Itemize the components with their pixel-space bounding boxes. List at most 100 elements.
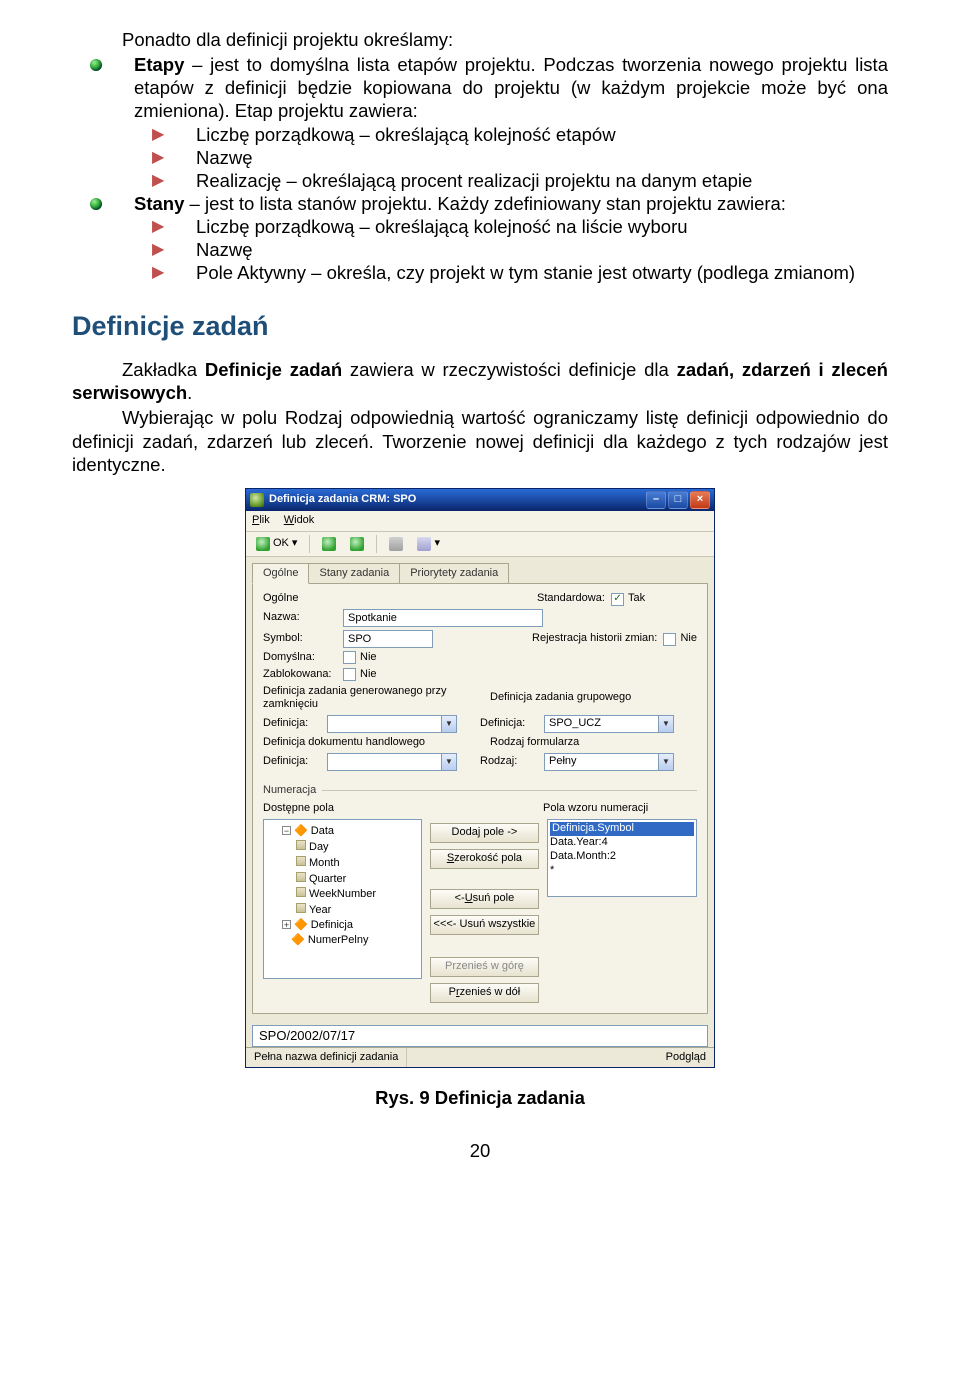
ddl-def-gen[interactable]: ▼ — [327, 715, 457, 733]
tree-data: Data — [311, 825, 334, 837]
status-left: Pełna nazwa definicji zadania — [246, 1048, 407, 1067]
app-icon — [250, 493, 264, 507]
ddl-def-grup[interactable]: SPO_UCZ ▼ — [544, 715, 674, 733]
ddl-def-dokh[interactable]: ▼ — [327, 753, 457, 771]
group-ogolne: Ogólne — [263, 592, 298, 606]
val-tak: Tak — [628, 592, 645, 606]
checkbox-domyslna[interactable] — [343, 651, 356, 664]
val-nie1: Nie — [680, 632, 697, 646]
figure-caption: Rys. 9 Definicja zadania — [72, 1086, 888, 1109]
checkbox-rejestr[interactable] — [663, 633, 676, 646]
dialog-window: Definicja zadania CRM: SPO – □ × Plik Wi… — [245, 488, 715, 1069]
menubar: Plik Widok — [246, 511, 714, 532]
field-icon — [296, 903, 306, 913]
tree-year[interactable]: Year — [309, 904, 331, 916]
chevron-down-icon: ▼ — [441, 716, 456, 732]
tree-available[interactable]: −🔶 Data Day Month Quarter WeekNumber Yea… — [263, 819, 422, 979]
btn-przenies-gora[interactable]: Przenieś w górę — [430, 957, 539, 977]
ddl-rodzaj[interactable]: Pełny▼ — [544, 753, 674, 771]
arrow-icon: ▶ — [152, 125, 164, 145]
list-pattern[interactable]: Definicja.Symbol Data.Year:4 Data.Month:… — [547, 819, 697, 897]
grp-dokh: Definicja dokumentu handlowego — [263, 736, 425, 750]
arrow-icon: ▶ — [152, 240, 164, 260]
tab-stany[interactable]: Stany zadania — [308, 563, 400, 585]
val-nie2: Nie — [360, 651, 377, 665]
field-icon — [296, 856, 306, 866]
sub-nazwa-text: Nazwę — [196, 147, 253, 168]
btn-szerokosc[interactable]: Szerokość pola — [430, 849, 539, 869]
chevron-down-icon: ▼ — [658, 716, 673, 732]
grp-form: Rodzaj formularza — [490, 736, 579, 750]
lbl-domyslna: Domyślna: — [263, 651, 343, 665]
ok-button[interactable]: OK ▾ — [252, 536, 301, 552]
para-3: Wybierając w polu Rodzaj odpowiednią war… — [72, 406, 888, 475]
lbl-rodzaj: Rodzaj: — [480, 755, 538, 769]
green-bullet-icon — [90, 198, 102, 210]
tree-expand-icon[interactable]: + — [282, 920, 291, 929]
lbl-dostepne: Dostępne pola — [263, 802, 433, 816]
sub2-nazwa: ▶ Nazwę — [134, 238, 888, 261]
arrow-icon: ▶ — [152, 148, 164, 168]
nav-back-button[interactable] — [318, 536, 340, 552]
action-dropdown[interactable]: ▾ — [413, 536, 444, 552]
tree-def[interactable]: Definicja — [311, 919, 353, 931]
close-button[interactable]: × — [690, 491, 710, 509]
val-nie3: Nie — [360, 668, 377, 682]
maximize-button[interactable]: □ — [668, 491, 688, 509]
check-icon — [256, 537, 270, 551]
green-bullet-icon — [90, 59, 102, 71]
minimize-button[interactable]: – — [646, 491, 666, 509]
tree-collapse-icon[interactable]: − — [282, 826, 291, 835]
page-number: 20 — [72, 1139, 888, 1162]
lbl-symbol: Symbol: — [263, 632, 343, 646]
p2b: Definicje zadań — [205, 359, 342, 380]
tree-quarter[interactable]: Quarter — [309, 873, 346, 885]
p2e: . — [187, 382, 192, 403]
input-symbol[interactable] — [343, 630, 433, 648]
tree-numer[interactable]: NumerPelny — [308, 934, 369, 946]
pattern-item[interactable]: Data.Year:4 — [550, 836, 694, 850]
btn-dodaj-pole[interactable]: Dodaj pole -> — [430, 823, 539, 843]
nav-forward-button[interactable] — [346, 536, 368, 552]
para-intro: Ponadto dla definicji projektu określamy… — [72, 28, 888, 51]
checkbox-zablokowana[interactable] — [343, 668, 356, 681]
grp-grup: Definicja zadania grupowego — [490, 691, 631, 705]
btn-usun-wszystkie[interactable]: <<<- Usuń wszystkie — [430, 915, 539, 935]
checkbox-standardowa[interactable]: ✓ — [611, 593, 624, 606]
sub-lp: ▶Liczbę porządkową – określającą kolejno… — [134, 123, 888, 146]
val-spoucz: SPO_UCZ — [549, 717, 601, 731]
titlebar[interactable]: Definicja zadania CRM: SPO – □ × — [246, 489, 714, 511]
menu-widok[interactable]: Widok — [284, 514, 315, 528]
sub2-akt: ▶Pole Aktywny – określa, czy projekt w t… — [134, 261, 888, 284]
menu-plik[interactable]: Plik — [252, 514, 270, 528]
tab-ogolne[interactable]: Ogólne — [252, 563, 309, 585]
pattern-item[interactable]: Data.Month:2 — [550, 850, 694, 864]
chevron-down-icon: ▼ — [441, 754, 456, 770]
preview-field[interactable]: SPO/2002/07/17 — [252, 1025, 708, 1047]
tree-day[interactable]: Day — [309, 841, 329, 853]
status-right: Podgląd — [658, 1048, 714, 1067]
tree-month[interactable]: Month — [309, 857, 340, 869]
grp-numer: Numeracja — [263, 784, 316, 798]
input-nazwa[interactable] — [343, 609, 543, 627]
tab-priorytety[interactable]: Priorytety zadania — [399, 563, 509, 585]
cut-button[interactable] — [385, 536, 407, 552]
lbl-nazwa: Nazwa: — [263, 611, 343, 625]
val-pelny: Pełny — [549, 755, 577, 769]
p2a: Zakładka — [122, 359, 205, 380]
pattern-item[interactable]: * — [550, 864, 694, 878]
btn-przenies-dol[interactable]: Przenieś w dół — [430, 983, 539, 1003]
btn-usun-pole[interactable]: <- Usuń pole — [430, 889, 539, 909]
toolbar-separator — [376, 535, 377, 553]
pattern-item-selected[interactable]: Definicja.Symbol — [550, 822, 694, 836]
bullet-etapy: Etapy – jest to domyślna lista etapów pr… — [72, 53, 888, 192]
tree-week[interactable]: WeekNumber — [309, 888, 376, 900]
sub2-nazwa-text: Nazwę — [196, 239, 253, 260]
lbl-def1: Definicja: — [263, 717, 321, 731]
field-icon — [296, 887, 306, 897]
ok-label: OK — [273, 537, 289, 551]
toolbar-separator — [309, 535, 310, 553]
grp-gen: Definicja zadania generowanego przy zamk… — [263, 685, 470, 713]
p2c: zawiera w rzeczywistości definicje dla — [342, 359, 676, 380]
text-stany: – jest to lista stanów projektu. Każdy z… — [184, 193, 786, 214]
